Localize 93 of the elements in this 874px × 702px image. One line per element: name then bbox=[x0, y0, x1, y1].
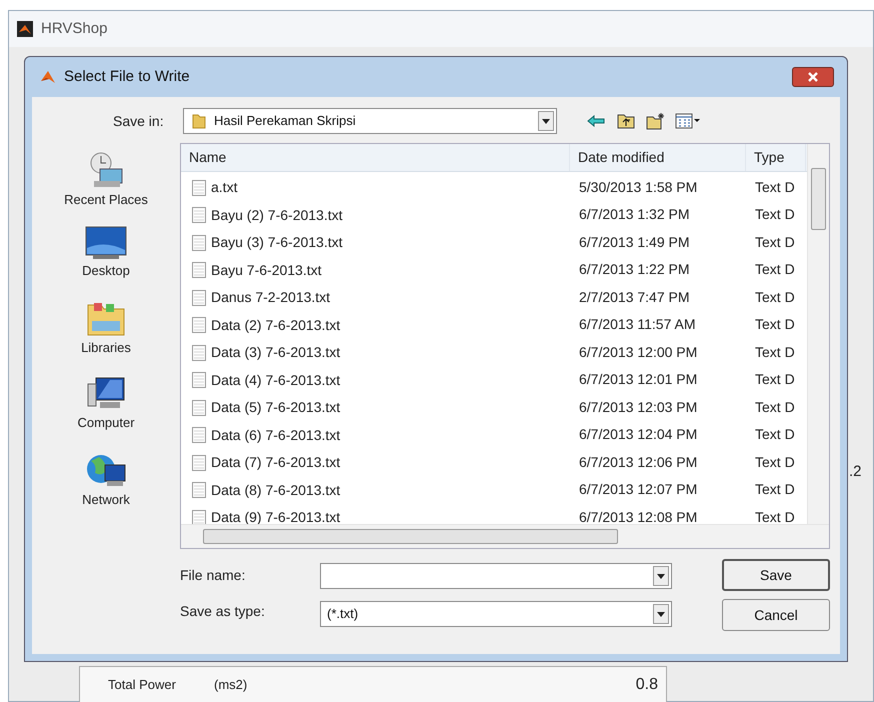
file-name[interactable]: Data (7) 7-6-2013.txt bbox=[211, 452, 340, 474]
date-modified-cell: 6/7/2013 12:01 PM bbox=[579, 371, 698, 388]
vertical-scrollbar[interactable] bbox=[807, 144, 829, 524]
place-shortcut[interactable]: Desktop bbox=[51, 226, 161, 294]
date-modified-cell: 6/7/2013 12:04 PM bbox=[579, 426, 698, 442]
file-type-cell: Text D bbox=[755, 234, 795, 250]
document-icon bbox=[191, 508, 207, 527]
document-icon bbox=[191, 398, 207, 417]
file-type-dropdown[interactable]: (*.txt) bbox=[320, 601, 672, 627]
caret-icon bbox=[657, 574, 665, 578]
file-name[interactable]: Data (3) 7-6-2013.txt bbox=[211, 342, 340, 364]
document-icon bbox=[191, 481, 207, 500]
document-icon bbox=[191, 426, 207, 444]
new-folder-button[interactable] bbox=[645, 111, 667, 131]
metric-value: 0.8 bbox=[636, 674, 658, 694]
dialog-title: Select File to Write bbox=[64, 66, 190, 87]
date-modified-cell: 6/7/2013 12:00 PM bbox=[579, 344, 698, 360]
dialog-button[interactable]: Cancel bbox=[722, 599, 830, 631]
document-icon bbox=[191, 344, 207, 362]
back-arrow-icon bbox=[587, 115, 605, 127]
column-header[interactable]: Date modified bbox=[570, 144, 746, 171]
place-shortcut[interactable]: Libraries bbox=[51, 301, 161, 369]
view-grid-icon bbox=[675, 113, 701, 129]
save-in-label: Save in: bbox=[113, 112, 165, 130]
folder-icon bbox=[192, 113, 206, 129]
file-type-cell: Text D bbox=[755, 508, 795, 525]
file-type-cell: Text D bbox=[755, 426, 795, 442]
document-icon bbox=[191, 288, 207, 307]
app-logo-icon bbox=[40, 69, 56, 85]
document-icon bbox=[191, 454, 207, 472]
date-modified-cell: 5/30/2013 1:58 PM bbox=[579, 178, 698, 195]
caret-icon bbox=[657, 612, 665, 616]
date-modified-cell: 6/7/2013 12:08 PM bbox=[579, 508, 698, 525]
file-type-cell: Text D bbox=[755, 454, 795, 470]
date-modified-cell: 6/7/2013 11:57 AM bbox=[579, 316, 696, 332]
document-icon bbox=[191, 178, 207, 197]
library-folder-icon bbox=[86, 301, 126, 337]
file-type-cell: Text D bbox=[755, 371, 795, 388]
date-modified-cell: 6/7/2013 12:07 PM bbox=[579, 481, 698, 498]
place-shortcut[interactable]: Recent Places bbox=[51, 151, 161, 219]
file-name[interactable]: Data (8) 7-6-2013.txt bbox=[211, 480, 340, 501]
file-name[interactable]: Data (5) 7-6-2013.txt bbox=[211, 397, 340, 418]
scroll-thumb[interactable] bbox=[203, 529, 618, 544]
file-name[interactable]: Bayu 7-6-2013.txt bbox=[211, 260, 322, 281]
new-folder-icon bbox=[646, 112, 666, 130]
folder-dropdown[interactable]: Hasil Perekaman Skripsi bbox=[183, 108, 557, 134]
file-name[interactable]: Data (2) 7-6-2013.txt bbox=[211, 314, 340, 336]
file-name-label: File name: bbox=[180, 566, 246, 584]
file-type-cell: Text D bbox=[755, 481, 795, 498]
document-icon bbox=[191, 316, 207, 334]
file-type-cell: Text D bbox=[755, 316, 795, 332]
close-button[interactable] bbox=[792, 67, 834, 87]
date-modified-cell: 6/7/2013 1:32 PM bbox=[579, 206, 690, 222]
document-icon bbox=[191, 206, 207, 224]
date-modified-cell: 6/7/2013 12:03 PM bbox=[579, 398, 698, 415]
app-logo-icon bbox=[17, 21, 33, 37]
file-name[interactable]: Data (6) 7-6-2013.txt bbox=[211, 424, 340, 446]
metric-label: Total Power bbox=[108, 676, 177, 694]
date-modified-cell: 6/7/2013 1:22 PM bbox=[579, 261, 690, 278]
file-type-cell: Text D bbox=[755, 206, 795, 222]
file-type-cell: Text D bbox=[755, 344, 795, 360]
file-name[interactable]: Danus 7-2-2013.txt bbox=[211, 287, 330, 308]
date-modified-cell: 2/7/2013 7:47 PM bbox=[579, 288, 690, 305]
file-type-cell: Text D bbox=[755, 178, 795, 195]
horizontal-scrollbar[interactable] bbox=[181, 524, 829, 548]
document-icon bbox=[191, 261, 207, 280]
axis-tick-label: .2 bbox=[849, 462, 862, 482]
date-modified-cell: 6/7/2013 1:49 PM bbox=[579, 234, 690, 250]
file-name[interactable]: Data (4) 7-6-2013.txt bbox=[211, 370, 340, 391]
place-shortcut[interactable]: Computer bbox=[51, 376, 161, 444]
date-modified-cell: 6/7/2013 12:06 PM bbox=[579, 454, 698, 470]
close-icon bbox=[807, 72, 819, 82]
place-shortcut[interactable]: Network bbox=[51, 451, 161, 519]
file-name-field[interactable] bbox=[320, 563, 672, 589]
dialog-button[interactable]: Save bbox=[722, 559, 830, 591]
file-name[interactable]: Data (9) 7-6-2013.txt bbox=[211, 507, 340, 528]
document-icon bbox=[191, 371, 207, 390]
desktop-icon bbox=[85, 226, 127, 260]
file-type-cell: Text D bbox=[755, 398, 795, 415]
caret-icon bbox=[542, 118, 550, 124]
file-name[interactable]: a.txt bbox=[211, 177, 238, 198]
save-as-type-label: Save as type: bbox=[180, 602, 266, 621]
column-header[interactable]: Type bbox=[746, 144, 806, 171]
column-header[interactable]: Name bbox=[181, 144, 570, 171]
file-name[interactable]: Bayu (3) 7-6-2013.txt bbox=[211, 232, 343, 254]
window-title: HRVShop bbox=[41, 18, 108, 39]
document-icon bbox=[191, 234, 207, 252]
scroll-thumb[interactable] bbox=[811, 168, 826, 230]
unit-label: (ms2) bbox=[214, 676, 248, 694]
file-type-cell: Text D bbox=[755, 288, 795, 305]
up-folder-icon bbox=[617, 113, 635, 129]
file-type-cell: Text D bbox=[755, 261, 795, 278]
file-name[interactable]: Bayu (2) 7-6-2013.txt bbox=[211, 204, 343, 226]
